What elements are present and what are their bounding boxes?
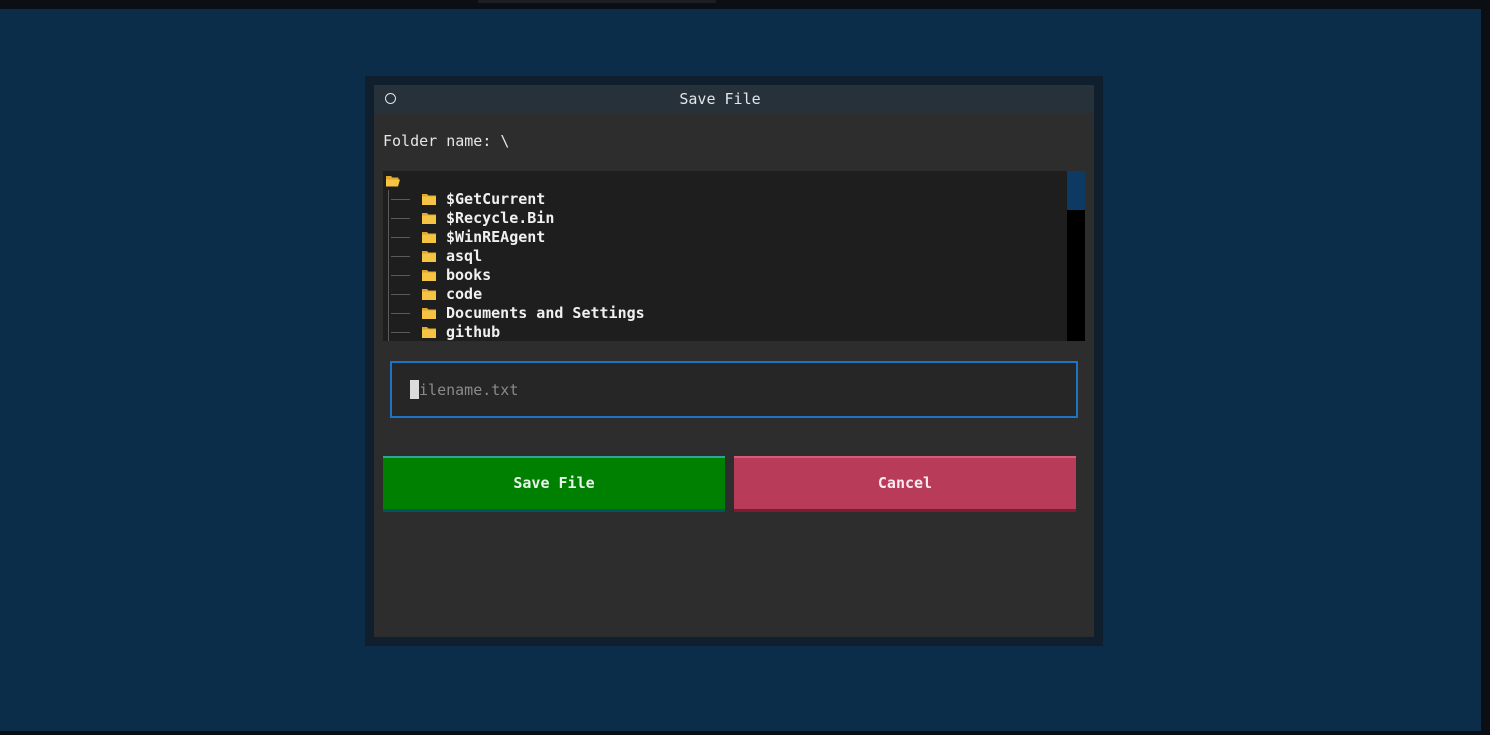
tree-scrollbar-thumb[interactable] bbox=[1067, 171, 1085, 210]
tree-item[interactable]: $GetCurrent bbox=[383, 190, 1067, 209]
tree-item-label: github bbox=[446, 323, 501, 341]
right-edge bbox=[1481, 9, 1490, 735]
filename-field[interactable] bbox=[390, 361, 1078, 418]
tree-item-label: $Recycle.Bin bbox=[446, 209, 555, 227]
folder-icon bbox=[422, 270, 436, 281]
folder-icon bbox=[422, 289, 436, 300]
tree-branch-line bbox=[391, 275, 410, 276]
bottom-edge bbox=[0, 731, 1490, 735]
filename-input[interactable] bbox=[392, 363, 1076, 416]
tree-branch-line bbox=[391, 313, 410, 314]
cancel-button[interactable]: Cancel bbox=[734, 456, 1076, 512]
top-bar bbox=[0, 0, 1490, 9]
folder-icon bbox=[422, 213, 436, 224]
tree-item[interactable]: books bbox=[383, 266, 1067, 285]
tree-item-label: $WinREAgent bbox=[446, 228, 546, 246]
save-file-dialog: Save File Folder name: \ $GetCurrent $Rec… bbox=[374, 85, 1094, 637]
open-folder-icon[interactable] bbox=[385, 173, 401, 189]
tree-item-label: code bbox=[446, 285, 483, 303]
tree-item[interactable]: $WinREAgent bbox=[383, 228, 1067, 247]
tree-item-label: books bbox=[446, 266, 492, 284]
dialog-frame: Save File Folder name: \ $GetCurrent $Rec… bbox=[365, 76, 1103, 646]
folder-icon bbox=[422, 327, 436, 338]
directory-tree[interactable]: $GetCurrent $Recycle.Bin $WinREAgent asql bo… bbox=[383, 171, 1085, 341]
text-cursor bbox=[410, 380, 419, 399]
tree-item[interactable]: github bbox=[383, 323, 1067, 341]
tree-item[interactable]: code bbox=[383, 285, 1067, 304]
dialog-title: Save File bbox=[679, 90, 761, 108]
tree-item-label: Documents and Settings bbox=[446, 304, 645, 322]
folder-name-label: Folder name: \ bbox=[383, 132, 510, 150]
tree-item[interactable]: Documents and Settings bbox=[383, 304, 1067, 323]
top-bar-segment bbox=[478, 0, 716, 3]
folder-icon bbox=[422, 308, 436, 319]
folder-icon bbox=[422, 194, 436, 205]
tree-branch-line bbox=[391, 332, 410, 333]
dialog-titlebar: Save File bbox=[374, 85, 1094, 113]
folder-icon bbox=[422, 232, 436, 243]
tree-item-label: asql bbox=[446, 247, 483, 265]
tree-scrollbar[interactable] bbox=[1067, 171, 1085, 341]
folder-icon bbox=[422, 251, 436, 262]
tree-branch-line bbox=[391, 256, 410, 257]
tree-branch-line bbox=[391, 199, 410, 200]
tree-branch-line bbox=[391, 237, 410, 238]
tree-branch-line bbox=[391, 294, 410, 295]
tree-item-label: $GetCurrent bbox=[446, 190, 546, 208]
tree-item[interactable]: $Recycle.Bin bbox=[383, 209, 1067, 228]
tree-item[interactable]: asql bbox=[383, 247, 1067, 266]
tree-branch-line bbox=[391, 218, 410, 219]
save-file-button[interactable]: Save File bbox=[383, 456, 725, 512]
